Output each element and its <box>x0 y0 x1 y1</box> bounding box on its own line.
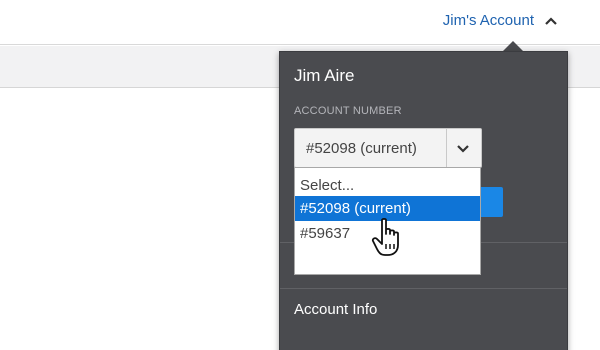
app-window: Jim's Account Jim Aire ACCOUNT NUMBER #5… <box>0 0 600 350</box>
account-info-link[interactable]: Account Info <box>294 301 377 318</box>
dropdown-caret <box>503 41 523 51</box>
option-select-placeholder[interactable]: Select... <box>295 173 480 198</box>
account-menu-toggle[interactable]: Jim's Account <box>443 12 558 29</box>
top-header: Jim's Account <box>0 0 600 45</box>
account-select-value: #52098 (current) <box>306 140 417 157</box>
account-menu-label: Jim's Account <box>442 12 534 29</box>
select-divider <box>446 129 447 167</box>
account-number-label: ACCOUNT NUMBER <box>294 105 402 117</box>
chevron-up-icon <box>545 16 557 25</box>
hand-pointer-cursor-icon <box>371 217 399 256</box>
account-number-select[interactable]: #52098 (current) <box>294 128 482 168</box>
divider <box>280 288 567 289</box>
user-name: Jim Aire <box>294 66 355 85</box>
chevron-down-icon <box>457 145 469 153</box>
